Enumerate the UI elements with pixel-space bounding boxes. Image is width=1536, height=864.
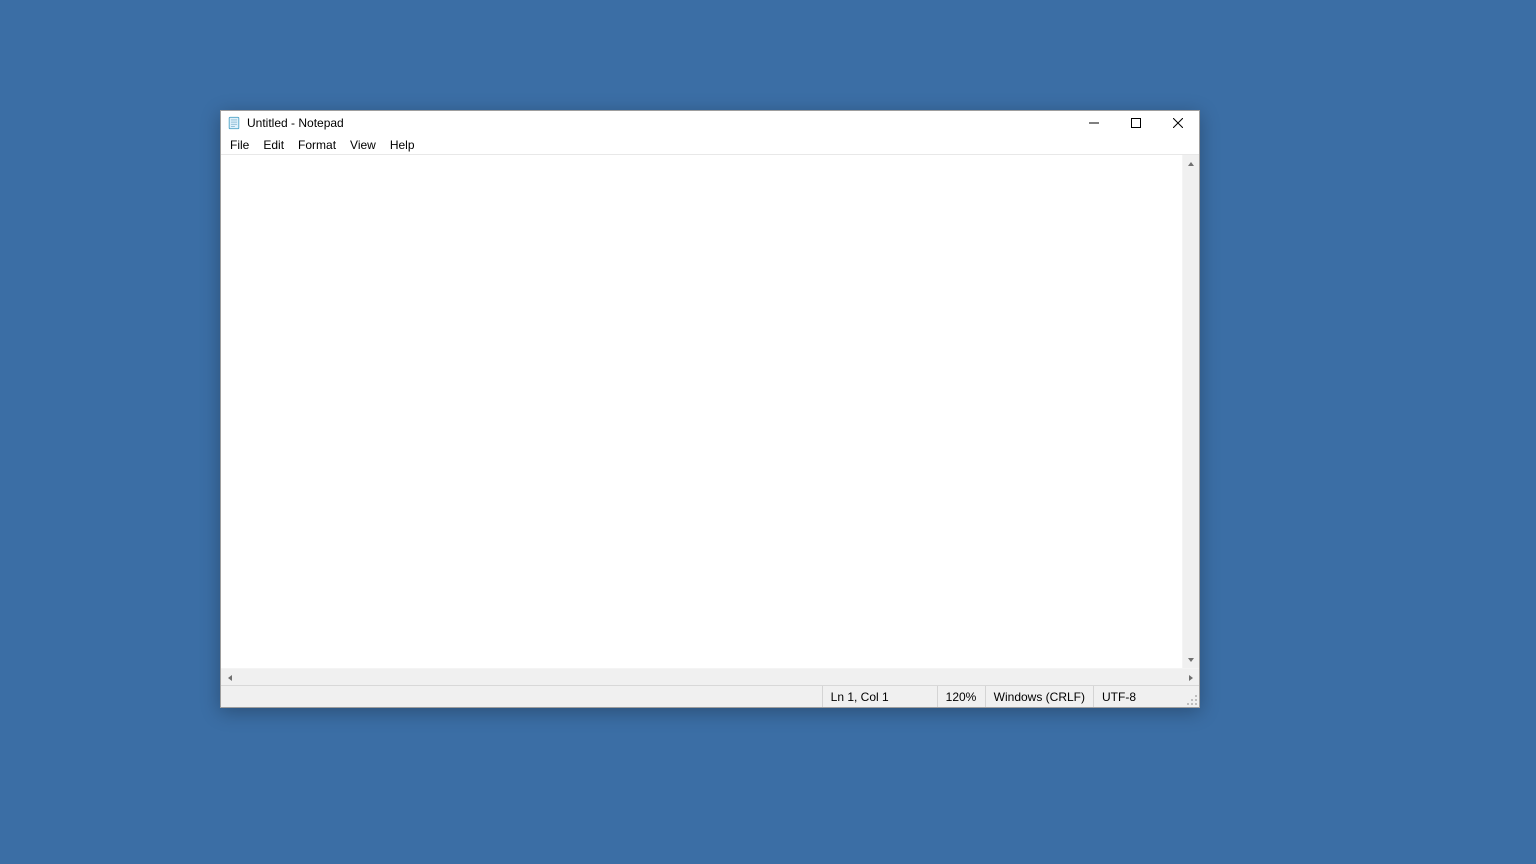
menu-edit[interactable]: Edit	[256, 135, 291, 154]
scroll-up-icon[interactable]	[1183, 155, 1199, 172]
status-eol: Windows (CRLF)	[985, 686, 1093, 707]
resize-grip-icon[interactable]	[1183, 686, 1199, 707]
scroll-down-icon[interactable]	[1183, 651, 1199, 668]
menubar: File Edit Format View Help	[221, 135, 1199, 155]
menu-help[interactable]: Help	[383, 135, 422, 154]
text-editor[interactable]	[221, 155, 1182, 668]
menu-file[interactable]: File	[223, 135, 256, 154]
titlebar[interactable]: Untitled - Notepad	[221, 111, 1199, 135]
notepad-icon	[227, 116, 241, 130]
horizontal-scrollbar-track[interactable]	[238, 669, 1182, 685]
titlebar-left: Untitled - Notepad	[221, 116, 1073, 130]
status-position: Ln 1, Col 1	[822, 686, 937, 707]
menu-view[interactable]: View	[343, 135, 383, 154]
window-title: Untitled - Notepad	[247, 116, 344, 130]
vertical-scrollbar-track[interactable]	[1183, 172, 1199, 651]
menu-format[interactable]: Format	[291, 135, 343, 154]
minimize-button[interactable]	[1073, 111, 1115, 135]
statusbar: Ln 1, Col 1 120% Windows (CRLF) UTF-8	[221, 685, 1199, 707]
notepad-window: Untitled - Notepad File Edi	[220, 110, 1200, 708]
maximize-button[interactable]	[1115, 111, 1157, 135]
desktop: Untitled - Notepad File Edi	[0, 0, 1536, 864]
caption-buttons	[1073, 111, 1199, 135]
content-area	[221, 155, 1199, 668]
scroll-left-icon[interactable]	[221, 669, 238, 686]
scroll-right-icon[interactable]	[1182, 669, 1199, 686]
status-spacer	[221, 686, 822, 707]
status-encoding: UTF-8	[1093, 686, 1183, 707]
vertical-scrollbar[interactable]	[1182, 155, 1199, 668]
horizontal-scrollbar[interactable]	[221, 668, 1199, 685]
status-zoom: 120%	[937, 686, 985, 707]
close-button[interactable]	[1157, 111, 1199, 135]
